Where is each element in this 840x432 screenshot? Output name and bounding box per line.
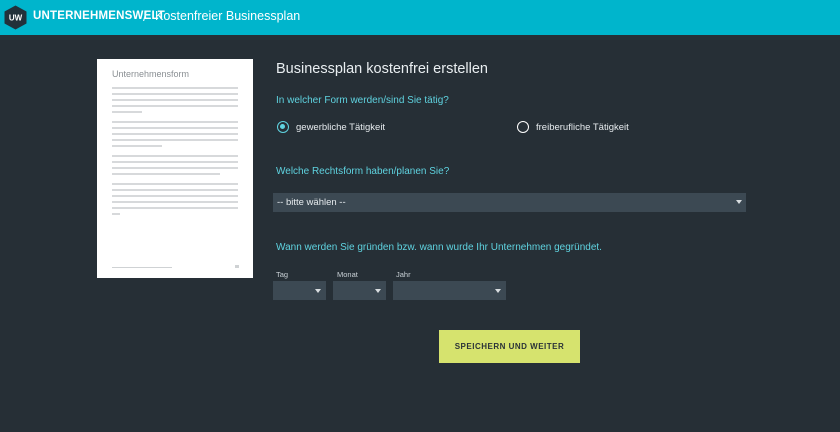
unternehmenswelt-logo[interactable]: UW — [4, 5, 27, 30]
rechtsform-select[interactable]: -- bitte wählen -- — [273, 193, 746, 212]
save-continue-button[interactable]: SPEICHERN UND WEITER — [439, 330, 580, 363]
caret-down-icon — [375, 289, 381, 293]
radio-selected-icon[interactable] — [277, 121, 289, 133]
question-form-label: In welcher Form werden/sind Sie tätig? — [276, 95, 449, 106]
day-label: Tag — [276, 270, 289, 279]
year-label: Jahr — [396, 270, 411, 279]
svg-text:UW: UW — [9, 14, 23, 23]
preview-line — [112, 105, 238, 107]
top-bar: UW UNTERNEHMENSWELT / Kostenfreier Busin… — [0, 0, 840, 35]
question-date-label: Wann werden Sie gründen bzw. wann wurde … — [276, 242, 602, 253]
caret-down-icon — [315, 289, 321, 293]
preview-line — [112, 127, 238, 129]
breadcrumb-separator: / — [143, 8, 147, 24]
radio-unselected-icon[interactable] — [517, 121, 529, 133]
preview-line — [112, 87, 238, 89]
preview-line — [112, 173, 220, 175]
preview-line — [112, 167, 238, 169]
preview-line — [112, 99, 238, 101]
preview-line — [112, 139, 238, 141]
caret-down-icon — [495, 289, 501, 293]
day-select[interactable] — [273, 281, 326, 300]
question-rechtsform-label: Welche Rechtsform haben/planen Sie? — [276, 166, 450, 177]
preview-page-number — [235, 265, 239, 268]
month-select[interactable] — [333, 281, 386, 300]
preview-title: Unternehmensform — [112, 69, 190, 79]
preview-line — [112, 195, 238, 197]
preview-line — [112, 189, 238, 191]
radio-label: gewerbliche Tätigkeit — [296, 121, 386, 133]
radio-gewerbliche[interactable]: gewerbliche Tätigkeit — [277, 121, 385, 133]
preview-line — [112, 155, 238, 157]
caret-down-icon — [736, 200, 742, 204]
preview-line — [112, 213, 120, 215]
preview-line — [112, 121, 238, 123]
breadcrumb-current: Kostenfreier Businessplan — [155, 9, 301, 23]
preview-line — [112, 111, 142, 113]
preview-line — [112, 183, 238, 185]
preview-line — [112, 145, 162, 147]
preview-footer — [112, 267, 172, 268]
month-label: Monat — [337, 270, 358, 279]
radio-label: freiberufliche Tätigkeit — [536, 121, 629, 133]
preview-line — [112, 161, 238, 163]
radio-freiberufliche[interactable]: freiberufliche Tätigkeit — [517, 121, 629, 133]
year-select[interactable] — [393, 281, 506, 300]
preview-line — [112, 207, 238, 209]
form-title: Businessplan kostenfrei erstellen — [276, 61, 488, 77]
rechtsform-select-value: -- bitte wählen -- — [277, 197, 346, 208]
preview-line — [112, 201, 238, 203]
document-preview: Unternehmensform — [97, 59, 253, 278]
preview-line — [112, 133, 238, 135]
preview-line — [112, 93, 238, 95]
